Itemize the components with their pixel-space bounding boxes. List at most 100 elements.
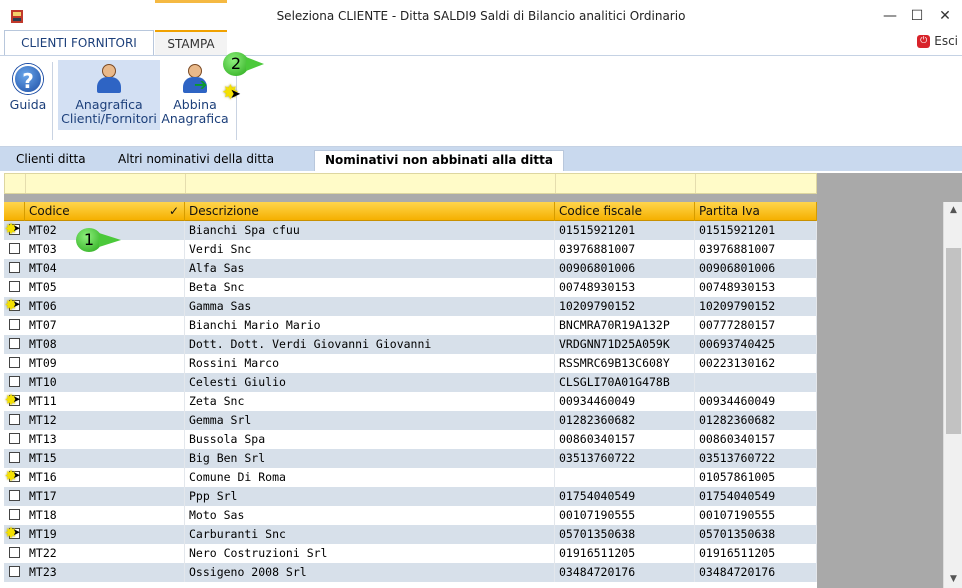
tab-clienti-fornitori[interactable]: CLIENTI FORNITORI — [4, 30, 154, 56]
cell-codice: MT04 — [25, 259, 185, 278]
tab-stampa[interactable]: STAMPA — [155, 30, 227, 56]
table-row[interactable]: MT19 Carburanti Snc 05701350638 05701350638… — [4, 521, 817, 544]
cell-descrizione: Gemma Srl — [185, 411, 555, 430]
table-row[interactable]: MT15 Big Ben Srl 03513760722 03513760722 — [4, 449, 817, 468]
row-checkbox[interactable] — [9, 490, 20, 501]
table-row[interactable]: MT07 Bianchi Mario Mario BNCMRA70R19A132P 0… — [4, 316, 817, 335]
cell-codice-fiscale: 01282360682 — [555, 411, 695, 430]
cell-descrizione: Bianchi Mario Mario — [185, 316, 555, 335]
click-cursor-icon: ✸ ➤ — [5, 215, 21, 239]
stampa-tab-highlight — [155, 0, 227, 32]
cell-codice: MT08 — [25, 335, 185, 354]
close-button[interactable]: ✕ — [935, 6, 955, 26]
cell-codice: MT18 — [25, 506, 185, 525]
cell-codice-fiscale: 00107190555 — [555, 506, 695, 525]
row-checkbox[interactable] — [9, 547, 20, 558]
sub-tabs: Clienti ditta Altri nominativi della dit… — [0, 147, 962, 171]
cell-codice-fiscale: 00748930153 — [555, 278, 695, 297]
cell-descrizione: Nero Costruzioni Srl — [185, 544, 555, 563]
cell-codice: MT09 — [25, 354, 185, 373]
cell-codice: MT19 — [25, 525, 185, 544]
cell-codice-fiscale — [555, 468, 695, 487]
cell-partita-iva: 01916511205 — [695, 544, 817, 563]
cell-codice: MT23 — [25, 563, 185, 582]
guida-button[interactable]: ? Guida — [8, 60, 48, 130]
table-row[interactable]: MT03 Verdi Snc 03976881007 03976881007 — [4, 240, 817, 259]
cell-descrizione: Rossini Marco — [185, 354, 555, 373]
callout-1: 1 — [76, 228, 121, 252]
title-bar: Seleziona CLIENTE - Ditta SALDI9 Saldi d… — [0, 0, 962, 32]
tab-clienti-ditta[interactable]: Clienti ditta — [6, 150, 96, 171]
minimize-button[interactable]: — — [880, 6, 900, 26]
table-row[interactable]: MT23 Ossigeno 2008 Srl 03484720176 03484720… — [4, 563, 817, 582]
sort-check-icon: ✓ — [168, 204, 179, 218]
abbina-anagrafica-button[interactable]: ➔ Abbina Anagrafica — [160, 60, 230, 130]
cell-partita-iva: 00906801006 — [695, 259, 817, 278]
row-checkbox[interactable] — [9, 338, 20, 349]
table-row[interactable]: MT08 Dott. Dott. Verdi Giovanni Giovanni V… — [4, 335, 817, 354]
abbina-label-1: Abbina — [173, 97, 217, 112]
table-row[interactable]: MT10 Celesti Giulio CLSGLI70A01G478B — [4, 373, 817, 392]
row-checkbox[interactable] — [9, 319, 20, 330]
cell-codice: MT06 — [25, 297, 185, 316]
callout-2: 2 — [223, 52, 264, 76]
table-row[interactable]: MT05 Beta Snc 00748930153 00748930153 — [4, 278, 817, 297]
row-checkbox[interactable] — [9, 433, 20, 444]
row-checkbox[interactable] — [9, 566, 20, 577]
table-row[interactable]: MT16 Comune Di Roma 01057861005 ✸ ➤ — [4, 464, 817, 487]
row-checkbox[interactable] — [9, 357, 20, 368]
empty-area — [817, 173, 962, 588]
cell-codice: MT13 — [25, 430, 185, 449]
click-cursor-icon: ✸ ➤ — [5, 291, 21, 315]
tab-nominativi-non-abbinati[interactable]: Nominativi non abbinati alla ditta — [314, 150, 564, 171]
esci-label: Esci — [934, 34, 958, 48]
cell-codice: MT22 — [25, 544, 185, 563]
clients-grid: Codice ✓ Descrizione Codice fiscale Part… — [4, 202, 817, 588]
table-row[interactable]: MT17 Ppp Srl 01754040549 01754040549 — [4, 487, 817, 506]
row-checkbox[interactable] — [9, 243, 20, 254]
vertical-scrollbar[interactable]: ▲ ▼ — [943, 202, 962, 588]
cell-codice: MT07 — [25, 316, 185, 335]
scrollbar-thumb[interactable] — [946, 248, 961, 434]
grid-header: Codice ✓ Descrizione Codice fiscale Part… — [4, 202, 817, 221]
cell-codice-fiscale: 01754040549 — [555, 487, 695, 506]
cell-codice: MT15 — [25, 449, 185, 468]
cell-descrizione: Comune Di Roma — [185, 468, 555, 487]
table-row[interactable]: MT22 Nero Costruzioni Srl 01916511205 01916… — [4, 544, 817, 563]
maximize-button[interactable]: ☐ — [907, 6, 927, 26]
scroll-up-icon[interactable]: ▲ — [944, 202, 962, 219]
ribbon-tabs: CLIENTI FORNITORI STAMPA ⏻ Esci — [0, 30, 962, 56]
header-codice-fiscale[interactable]: Codice fiscale — [555, 202, 695, 221]
filter-row[interactable] — [4, 173, 817, 194]
cell-codice-fiscale: BNCMRA70R19A132P — [555, 316, 695, 335]
cell-codice-fiscale: 03484720176 — [555, 563, 695, 582]
header-codice-label: Codice — [29, 204, 70, 218]
table-row[interactable]: MT02 Bianchi Spa cfuu 01515921201 015159212… — [4, 217, 817, 240]
header-partita-iva[interactable]: Partita Iva — [695, 202, 817, 221]
anagrafica-clienti-fornitori-button[interactable]: Anagrafica Clienti/Fornitori — [58, 60, 160, 130]
table-row[interactable]: MT12 Gemma Srl 01282360682 01282360682 — [4, 411, 817, 430]
table-row[interactable]: MT11 Zeta Snc 00934460049 00934460049 ✸ ➤ — [4, 388, 817, 411]
ribbon: ? Guida Anagrafica Clienti/Fornitori ➔ A… — [0, 55, 962, 147]
click-cursor-icon: ✸ ➤ — [5, 462, 21, 486]
cell-codice-fiscale: CLSGLI70A01G478B — [555, 373, 695, 392]
table-row[interactable]: MT09 Rossini Marco RSSMRC69B13C608Y 0022313… — [4, 354, 817, 373]
cell-codice-fiscale: 05701350638 — [555, 525, 695, 544]
table-row[interactable]: MT18 Moto Sas 00107190555 00107190555 — [4, 506, 817, 525]
esci-button[interactable]: ⏻ Esci — [917, 34, 958, 48]
cell-partita-iva: 00748930153 — [695, 278, 817, 297]
grid-top-strip — [4, 194, 817, 202]
abbina-label-2: Anagrafica — [161, 111, 229, 126]
table-row[interactable]: MT06 Gamma Sas 10209790152 10209790152 ✸ ➤ — [4, 293, 817, 316]
cell-codice: MT16 — [25, 468, 185, 487]
row-checkbox[interactable] — [9, 262, 20, 273]
header-descrizione[interactable]: Descrizione — [185, 202, 555, 221]
row-checkbox[interactable] — [9, 414, 20, 425]
table-row[interactable]: MT13 Bussola Spa 00860340157 00860340157 — [4, 430, 817, 449]
cell-partita-iva: 00860340157 — [695, 430, 817, 449]
header-codice[interactable]: Codice ✓ — [25, 202, 185, 221]
cell-codice-fiscale: 03513760722 — [555, 449, 695, 468]
scroll-down-icon[interactable]: ▼ — [944, 571, 962, 588]
tab-altri-nominativi[interactable]: Altri nominativi della ditta — [108, 150, 284, 171]
table-row[interactable]: MT04 Alfa Sas 00906801006 00906801006 — [4, 259, 817, 278]
